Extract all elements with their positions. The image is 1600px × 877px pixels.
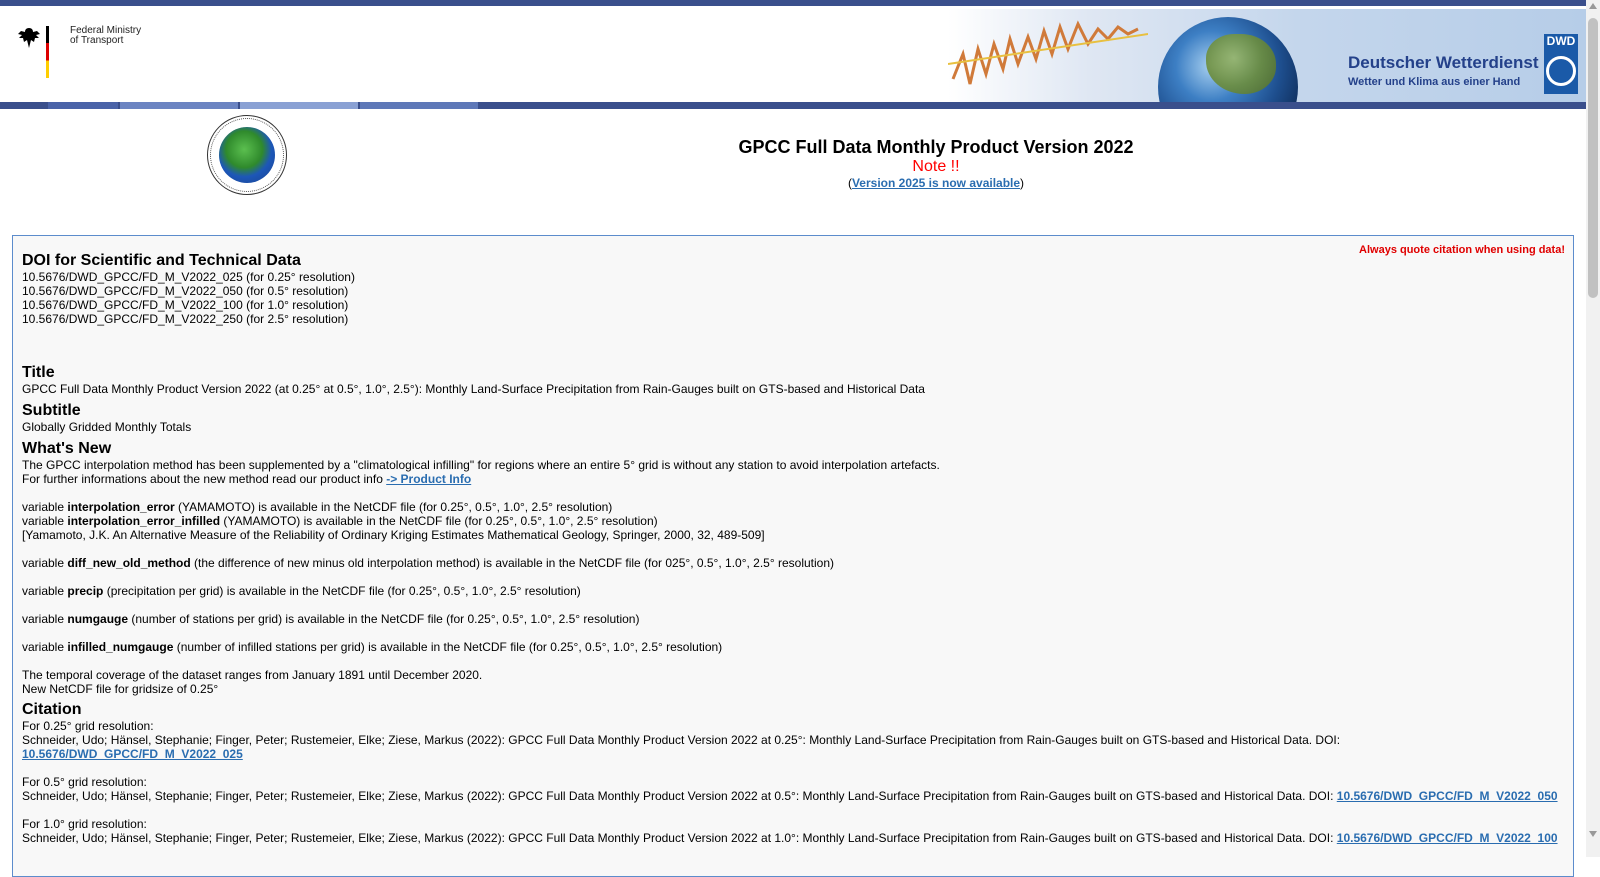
citation-050: Schneider, Udo; Hänsel, Stephanie; Finge… xyxy=(22,789,1558,803)
dwd-swirl-icon xyxy=(1546,56,1576,86)
dwd-banner[interactable]: Deutscher Wetterdienst Wetter und Klima … xyxy=(948,9,1586,102)
whats-new-heading: What's New xyxy=(22,440,112,457)
content-box: Always quote citation when using data! D… xyxy=(12,235,1574,877)
citation-notice: Always quote citation when using data! xyxy=(1359,244,1565,256)
citation-025-label: For 0.25° grid resolution: xyxy=(22,719,154,733)
product-info-link[interactable]: -> Product Info xyxy=(386,472,471,486)
doi-050-link[interactable]: 10.5676/DWD_GPCC/FD_M_V2022_050 xyxy=(1337,789,1558,803)
variable-precip: variable precip (precipitation per grid)… xyxy=(22,584,581,598)
gpcc-logo[interactable] xyxy=(207,115,287,195)
variable-infilled-numgauge: variable infilled_numgauge (number of in… xyxy=(22,640,723,654)
site-header: Federal Ministry of Transport Deutscher … xyxy=(0,6,1586,102)
doi-100-link[interactable]: 10.5676/DWD_GPCC/FD_M_V2022_100 xyxy=(1337,831,1558,845)
variable-numgauge: variable numgauge (number of stations pe… xyxy=(22,612,640,626)
temporal-coverage: The temporal coverage of the dataset ran… xyxy=(22,668,483,682)
variable-interpolation-error-infilled: variable interpolation_error_infilled (Y… xyxy=(22,514,658,528)
ministry-logo[interactable]: Federal Ministry of Transport xyxy=(15,26,141,78)
page-title: GPCC Full Data Monthly Product Version 2… xyxy=(738,137,1134,157)
ministry-name-line2: of Transport xyxy=(70,35,124,46)
nav-segment-3[interactable] xyxy=(240,102,358,109)
doi-line-050: 10.5676/DWD_GPCC/FD_M_V2022_050 (for 0.5… xyxy=(22,284,349,298)
variable-diff-new-old-method: variable diff_new_old_method (the differ… xyxy=(22,556,835,570)
climate-curve-icon xyxy=(948,20,1148,85)
citation-heading: Citation xyxy=(22,701,82,718)
citation-025-text: Schneider, Udo; Hänsel, Stephanie; Finge… xyxy=(22,733,1341,747)
page-scrollbar[interactable] xyxy=(1586,0,1600,857)
nav-segment-2[interactable] xyxy=(120,102,238,109)
dwd-name: Deutscher Wetterdienst xyxy=(1348,53,1539,72)
doi-line-250: 10.5676/DWD_GPCC/FD_M_V2022_250 (for 2.5… xyxy=(22,312,349,326)
title-heading: Title xyxy=(22,364,55,381)
doi-line-100: 10.5676/DWD_GPCC/FD_M_V2022_100 (for 1.0… xyxy=(22,298,349,312)
variable-interpolation-error: variable interpolation_error (YAMAMOTO) … xyxy=(22,500,613,514)
federal-eagle-icon xyxy=(18,28,40,48)
citation-100-label: For 1.0° grid resolution: xyxy=(22,817,147,831)
yamamoto-reference: [Yamamoto, J.K. An Alternative Measure o… xyxy=(22,528,765,542)
version-2025-link[interactable]: Version 2025 is now available xyxy=(852,176,1020,190)
nav-bar xyxy=(0,102,1586,109)
whats-new-line2-text: For further informations about the new m… xyxy=(22,472,387,486)
scroll-up-arrow-icon[interactable] xyxy=(1589,3,1597,9)
doi-025-link[interactable]: 10.5676/DWD_GPCC/FD_M_V2022_025 xyxy=(22,747,243,761)
title-text: GPCC Full Data Monthly Product Version 2… xyxy=(22,382,925,396)
doi-line-025: 10.5676/DWD_GPCC/FD_M_V2022_025 (for 0.2… xyxy=(22,270,355,284)
dwd-logo[interactable]: DWD xyxy=(1544,34,1578,94)
paren-close: ) xyxy=(1020,176,1025,190)
scroll-thumb[interactable] xyxy=(1588,18,1598,298)
citation-050-label: For 0.5° grid resolution: xyxy=(22,775,147,789)
new-netcdf-note: New NetCDF file for gridsize of 0.25° xyxy=(22,682,219,696)
whats-new-line1: The GPCC interpolation method has been s… xyxy=(22,458,940,472)
citation-100: Schneider, Udo; Hänsel, Stephanie; Finge… xyxy=(22,831,1558,845)
whats-new-line2: For further informations about the new m… xyxy=(22,472,1573,486)
german-flag-bar xyxy=(46,26,49,78)
dwd-logo-text: DWD xyxy=(1546,34,1576,48)
nav-segment-1[interactable] xyxy=(48,102,118,109)
note-label: Note !! xyxy=(912,158,960,175)
version-notice: (Version 2025 is now available) xyxy=(700,176,1172,190)
subtitle-heading: Subtitle xyxy=(22,402,81,419)
dwd-tagline: Wetter und Klima aus einer Hand xyxy=(1348,76,1521,88)
scroll-down-arrow-icon[interactable] xyxy=(1589,831,1597,837)
gpcc-globe-icon xyxy=(219,127,275,183)
subtitle-text: Globally Gridded Monthly Totals xyxy=(22,420,192,434)
doi-heading: DOI for Scientific and Technical Data xyxy=(22,252,301,269)
nav-segment-4[interactable] xyxy=(360,102,478,109)
